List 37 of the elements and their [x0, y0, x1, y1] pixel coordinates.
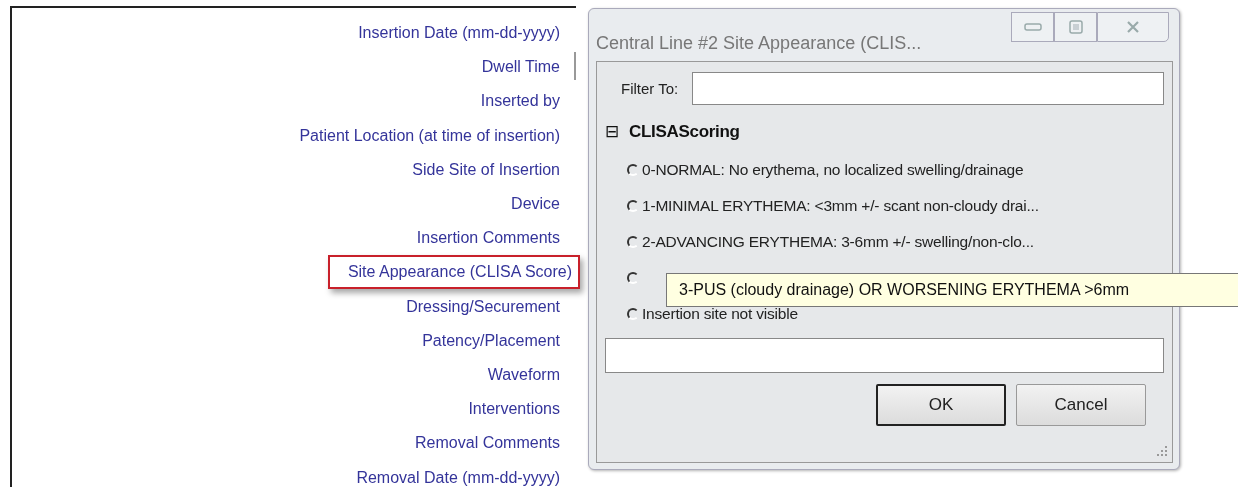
- field-label[interactable]: Dressing/Securement: [400, 289, 566, 324]
- field-label[interactable]: Side Site of Insertion: [406, 152, 566, 187]
- filter-field[interactable]: [692, 72, 1164, 105]
- field-label[interactable]: Inserted by: [474, 84, 566, 119]
- field-label[interactable]: Patient Location (at time of insertion): [293, 118, 566, 153]
- window-title: Central Line #2 Site Appearance (CLIS...: [596, 33, 922, 54]
- ok-button[interactable]: OK: [876, 384, 1006, 426]
- field-label[interactable]: Insertion Date (mm-dd-yyyy): [352, 16, 566, 51]
- minimize-icon: [1023, 23, 1042, 31]
- option-label[interactable]: 1-MINIMAL ERYTHEMA: <3mm +/- scant non-cloudy drai...: [642, 197, 1039, 215]
- radio-button[interactable]: [627, 236, 639, 248]
- radio-button[interactable]: [627, 200, 639, 212]
- tooltip: 3-PUS (cloudy drainage) OR WORSENING ERYTHEMA >6mm: [666, 273, 1238, 307]
- close-icon: [1126, 21, 1140, 33]
- field-label[interactable]: Patency/Placement: [416, 323, 566, 358]
- field-label[interactable]: Site Appearance (CLISA Score): [327, 255, 580, 290]
- field-label[interactable]: Removal Date (mm-dd-yyyy): [350, 460, 566, 487]
- maximize-icon: [1068, 20, 1083, 34]
- collapse-toggle[interactable]: ⊟: [605, 121, 619, 142]
- scrollbar-edge: [574, 52, 576, 80]
- field-label[interactable]: Dwell Time: [475, 50, 566, 85]
- option-label[interactable]: Insertion site not visible: [642, 305, 798, 323]
- field-label[interactable]: Removal Comments: [409, 426, 566, 461]
- comment-field[interactable]: [605, 338, 1164, 373]
- field-label[interactable]: Waveform: [481, 357, 566, 392]
- field-label[interactable]: Interventions: [462, 392, 566, 427]
- cancel-button[interactable]: Cancel: [1016, 384, 1146, 426]
- radio-button[interactable]: [627, 164, 639, 176]
- radio-button[interactable]: [627, 308, 639, 320]
- option-label[interactable]: 2-ADVANCING ERYTHEMA: 3-6mm +/- swelling/non-clo...: [642, 233, 1034, 251]
- group-title: CLISAScoring: [629, 121, 740, 142]
- filter-label: Filter To:: [621, 80, 679, 97]
- resize-grip-icon: [1154, 444, 1168, 458]
- option-label[interactable]: 0-NORMAL: No erythema, no localized swelling/drainage: [642, 161, 1024, 179]
- field-label[interactable]: Device: [505, 187, 566, 222]
- field-label[interactable]: Insertion Comments: [410, 221, 566, 256]
- radio-button[interactable]: [627, 272, 639, 284]
